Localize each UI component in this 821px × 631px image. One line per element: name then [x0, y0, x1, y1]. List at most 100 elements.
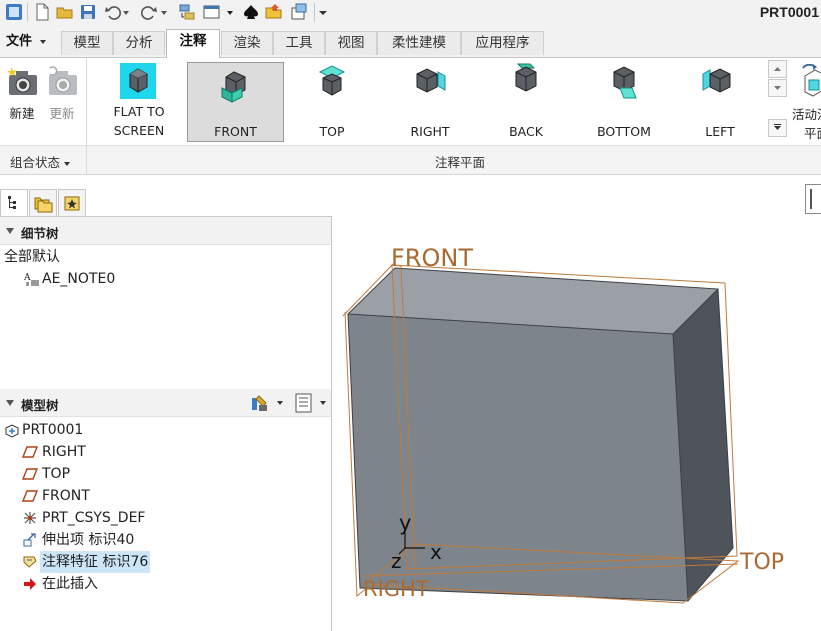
combined-state-group-label[interactable]: 组合状态: [10, 152, 71, 171]
top-plane-label: TOP: [319, 124, 345, 139]
tab-folder-browser[interactable]: [29, 189, 57, 217]
navigator-panel: 细节树 全部默认 A AE_NOTE0 模型树 PRT0001 RIGHT TO…: [0, 216, 332, 631]
new-combined-state-button[interactable]: 新建: [4, 62, 40, 124]
tab-flexible-modeling[interactable]: 柔性建模: [377, 31, 461, 55]
new-icon[interactable]: [33, 3, 51, 21]
model-tree-item-part[interactable]: PRT0001: [4, 419, 254, 441]
gallery-scroller: [768, 58, 787, 139]
active-plane-label-1: 活动注: [792, 107, 821, 122]
axis-label-y: y: [399, 511, 411, 535]
redo-dropdown-icon[interactable]: [160, 3, 168, 21]
left-plane-icon: [702, 68, 731, 93]
regenerate-icon[interactable]: [178, 3, 196, 21]
collapse-icon: [6, 228, 14, 234]
back-plane-button[interactable]: BACK: [484, 62, 568, 142]
datum-plane-icon: [22, 490, 38, 502]
windows-icon[interactable]: [203, 3, 221, 21]
flat-to-screen-icon: [120, 63, 156, 99]
datum-plane-icon: [22, 446, 38, 458]
model-tree-item-top[interactable]: TOP: [22, 463, 272, 485]
close-window-icon[interactable]: [290, 3, 308, 21]
new-label: 新建: [9, 106, 35, 121]
tab-analysis[interactable]: 分析: [113, 31, 165, 55]
redo-icon[interactable]: [140, 3, 158, 21]
active-plane-icon: [802, 64, 821, 97]
front-plane-icon: [221, 71, 246, 103]
detail-tree-item-note[interactable]: A AE_NOTE0: [24, 268, 224, 290]
window-title: PRT0001: [759, 4, 819, 20]
plane-label-top: TOP: [739, 550, 784, 575]
chevron-down-icon[interactable]: [276, 399, 284, 407]
axis-label-z: z: [391, 549, 402, 573]
spade-icon[interactable]: [242, 3, 260, 21]
part-icon: [5, 424, 19, 438]
tree-label: RIGHT: [42, 444, 86, 460]
open-icon[interactable]: [56, 3, 74, 21]
tree-icon: [8, 196, 16, 209]
right-plane-icon: [416, 68, 446, 93]
tree-settings-icon[interactable]: [250, 393, 270, 413]
model-tree-item-insert-here[interactable]: 在此插入: [22, 573, 272, 595]
detail-tree-label: AE_NOTE0: [42, 271, 116, 287]
active-annotation-plane-button[interactable]: 活动注 平面: [790, 62, 821, 142]
show-columns-icon[interactable]: [294, 392, 314, 414]
tree-label: 在此插入: [42, 576, 98, 592]
gallery-scroll-up-button[interactable]: [768, 60, 787, 78]
combined-state-group-text: 组合状态: [10, 155, 61, 170]
graphics-window[interactable]: FRONT TOP RIGHT y x z: [333, 176, 821, 631]
undo-icon[interactable]: [104, 3, 122, 21]
front-plane-button[interactable]: FRONT: [187, 62, 284, 142]
windows-dropdown-icon[interactable]: [226, 3, 234, 21]
ribbon: 新建 更新 FLAT TO SCREEN FRONT TOP RIGHT BAC…: [0, 58, 821, 175]
bottom-plane-icon: [613, 66, 637, 99]
left-plane-button[interactable]: LEFT: [678, 62, 762, 142]
tab-model-tree[interactable]: [0, 189, 28, 217]
quick-access-toolbar: PRT0001: [0, 0, 821, 26]
app-icon[interactable]: [5, 3, 23, 21]
tree-label: 注释特征 标识76: [40, 551, 151, 573]
flat-to-screen-label-1: FLAT TO: [113, 104, 165, 119]
right-plane-label: RIGHT: [410, 124, 450, 139]
save-icon[interactable]: [79, 3, 97, 21]
insert-here-icon: [24, 578, 36, 590]
right-plane-button[interactable]: RIGHT: [386, 62, 474, 142]
camera-new-icon: [7, 67, 37, 95]
gallery-scroll-down-button[interactable]: [768, 79, 787, 97]
folder-icon[interactable]: [265, 3, 283, 21]
ribbon-tab-strip: 文件 模型 分析 注释 渲染 工具 视图 柔性建模 应用程序: [0, 26, 821, 59]
flat-to-screen-button[interactable]: FLAT TO SCREEN: [96, 62, 182, 142]
tab-render[interactable]: 渲染: [221, 31, 273, 55]
top-plane-icon: [318, 65, 346, 96]
expand-icon: [774, 124, 781, 130]
file-menu-tab[interactable]: 文件: [0, 30, 53, 54]
detail-tree-title: 细节树: [21, 226, 59, 241]
tab-annotate[interactable]: 注释: [166, 29, 220, 59]
detail-tree-header[interactable]: 细节树: [0, 217, 331, 245]
tree-label: 伸出项 标识40: [42, 532, 135, 548]
tab-tools[interactable]: 工具: [273, 31, 325, 55]
model-tree-item-right[interactable]: RIGHT: [22, 441, 272, 463]
plane-label-front: FRONT: [391, 244, 473, 272]
top-plane-button[interactable]: TOP: [290, 62, 374, 142]
gallery-expand-button[interactable]: [768, 119, 787, 137]
bottom-plane-button[interactable]: BOTTOM: [582, 62, 666, 142]
tab-applications[interactable]: 应用程序: [461, 31, 544, 55]
model-tree-item-annotation-feature[interactable]: 注释特征 标识76: [22, 551, 272, 573]
model-tree-item-extrude[interactable]: 伸出项 标识40: [22, 529, 272, 551]
svg-text:A: A: [24, 273, 31, 283]
tab-favorites[interactable]: [58, 189, 86, 217]
customize-icon[interactable]: [318, 3, 328, 21]
extrude-icon: [23, 533, 36, 547]
tab-model[interactable]: 模型: [61, 31, 113, 55]
chevron-down-icon[interactable]: [319, 399, 327, 407]
annotation-icon: A: [24, 273, 39, 286]
favorites-icon: [64, 196, 80, 211]
undo-dropdown-icon[interactable]: [122, 3, 130, 21]
update-combined-state-button[interactable]: 更新: [44, 62, 80, 124]
model-tree-item-csys[interactable]: PRT_CSYS_DEF: [22, 507, 272, 529]
update-label: 更新: [49, 106, 75, 121]
tab-view[interactable]: 视图: [325, 31, 377, 55]
model-tree-header[interactable]: 模型树: [0, 389, 331, 417]
model-view: FRONT TOP RIGHT y x z: [342, 244, 784, 604]
model-tree-item-front[interactable]: FRONT: [22, 485, 272, 507]
